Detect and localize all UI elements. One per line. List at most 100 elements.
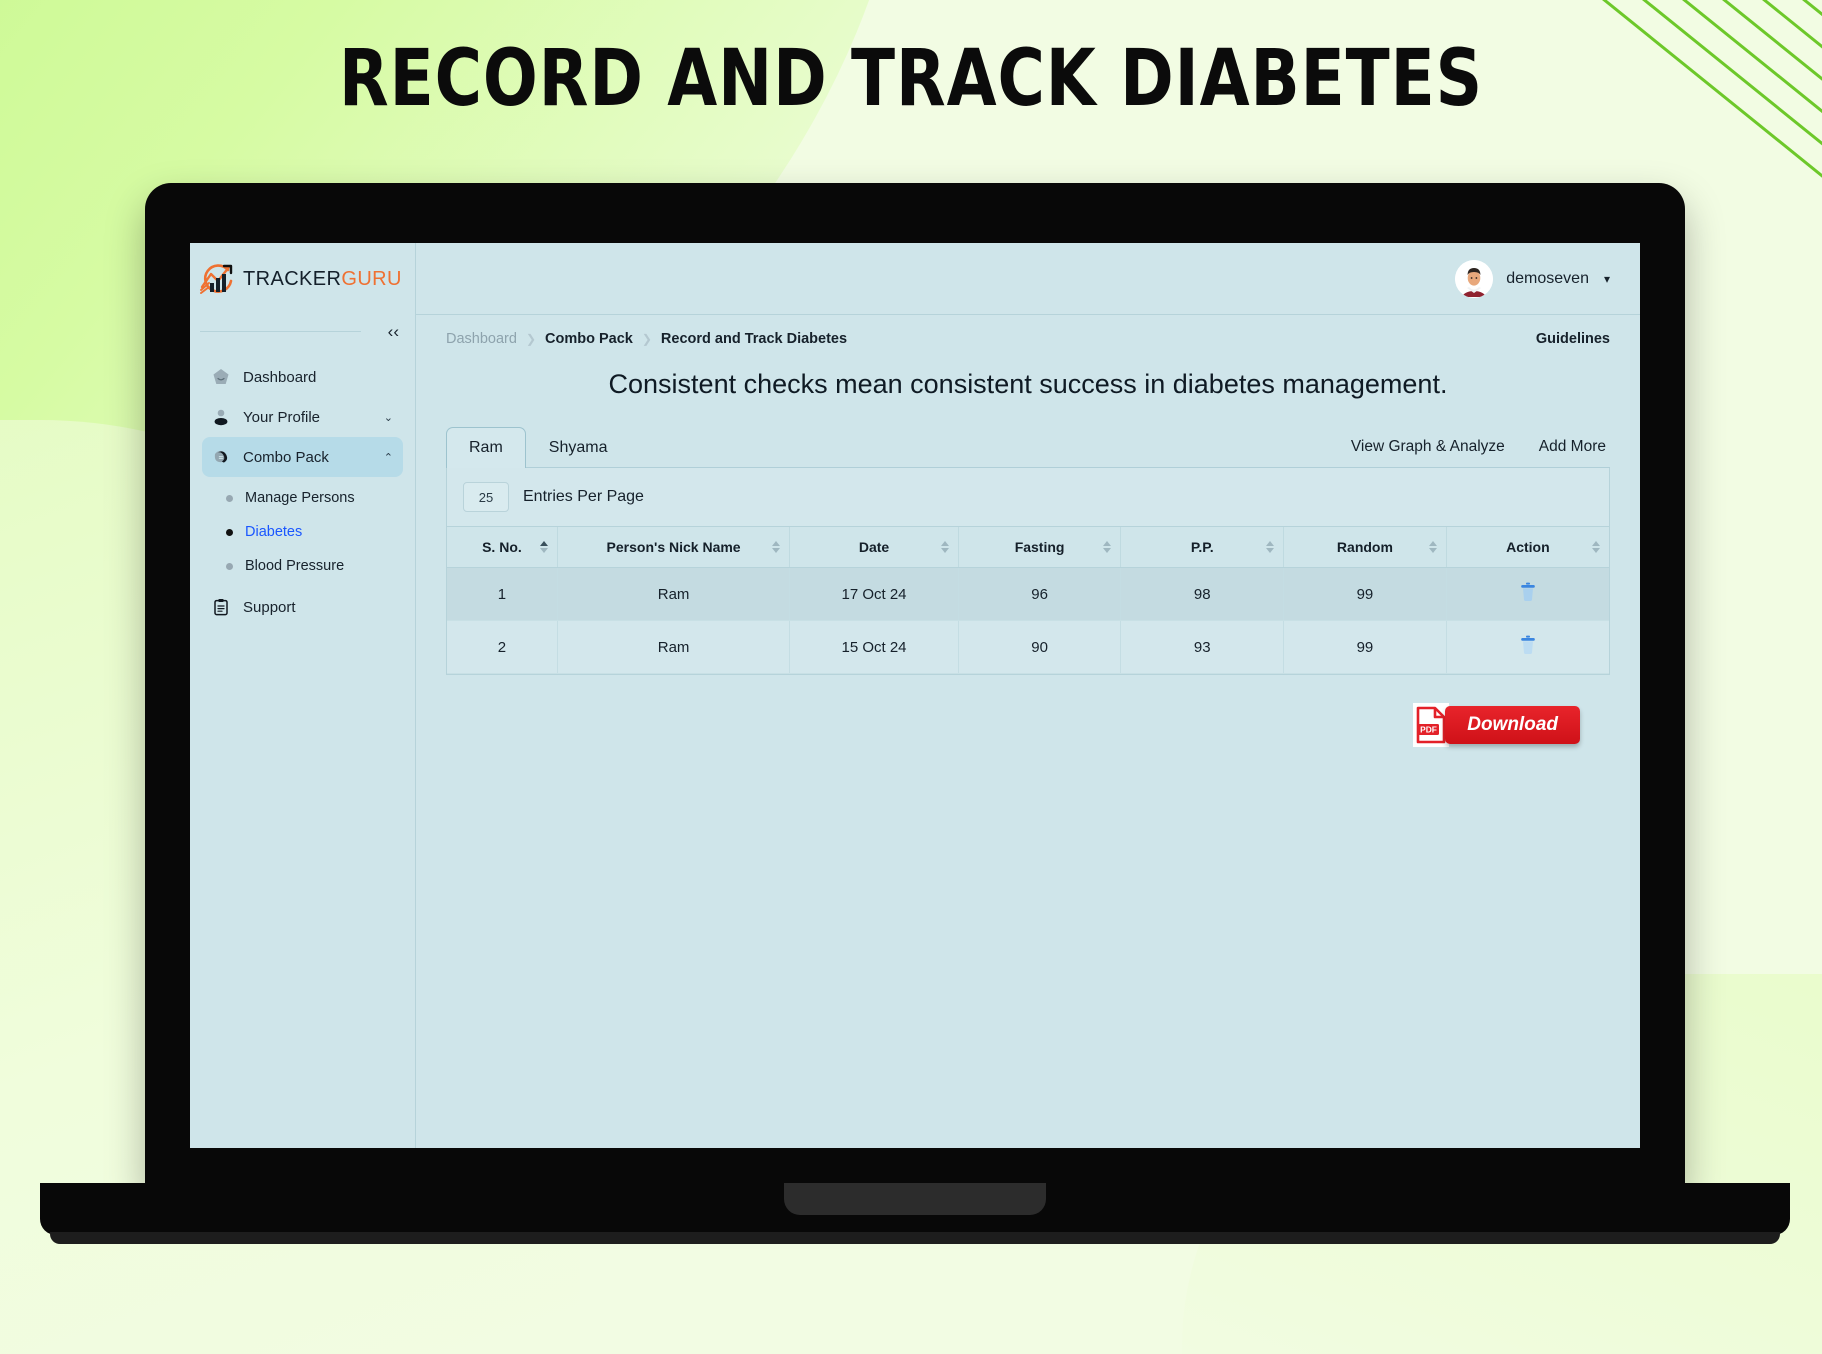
promo-canvas: RECORD AND TRACK DIABETES TRACKERGURU ‹‹… <box>0 0 1822 1354</box>
sidebar-item-label: Dashboard <box>243 368 317 386</box>
entries-per-page-row: 25 Entries Per Page <box>447 468 1609 526</box>
promo-title: RECORD AND TRACK DIABETES <box>338 34 1484 124</box>
entries-per-page-label: Entries Per Page <box>523 488 644 505</box>
user-menu-label[interactable]: demoseven <box>1506 270 1589 288</box>
cell-pp: 93 <box>1120 620 1284 674</box>
sidebar-item-label: Your Profile <box>243 408 320 426</box>
column-header-label: Person's Nick Name <box>606 539 741 555</box>
chevron-right-icon: ❯ <box>525 332 536 346</box>
brand-logo[interactable]: TRACKERGURU <box>190 243 415 315</box>
sort-toggle-icon[interactable] <box>539 541 548 553</box>
pdf-file-icon-wrap: PDF <box>1413 703 1450 747</box>
download-row: PDF Download <box>446 675 1610 747</box>
cell-fasting: 96 <box>957 567 1121 621</box>
sidebar-subitem-label: Diabetes <box>245 524 303 540</box>
add-more-button[interactable]: Add More <box>1539 438 1606 456</box>
content-panel: Ram Shyama View Graph & Analyze Add More <box>416 400 1640 747</box>
delete-row-button[interactable] <box>1519 635 1537 659</box>
sort-toggle-icon[interactable] <box>1103 541 1112 553</box>
sort-toggle-icon[interactable] <box>1266 541 1275 553</box>
sidebar-item-manage-persons[interactable]: Manage Persons <box>202 481 403 515</box>
breadcrumb-row: Dashboard ❯ Combo Pack ❯ Record and Trac… <box>416 315 1640 347</box>
breadcrumb-item-dashboard[interactable]: Dashboard <box>446 331 517 347</box>
topbar: demoseven ▾ <box>416 243 1640 315</box>
column-header-action[interactable]: Action <box>1445 526 1609 568</box>
laptop-foot <box>50 1232 1780 1244</box>
download-pdf-button[interactable]: PDF Download <box>1413 703 1580 747</box>
view-graph-analyze-button[interactable]: View Graph & Analyze <box>1351 438 1505 456</box>
sort-toggle-icon[interactable] <box>940 541 949 553</box>
sidebar-item-your-profile[interactable]: Your Profile ⌄ <box>202 397 403 437</box>
bullet-icon <box>226 562 233 570</box>
column-header-pp[interactable]: P.P. <box>1120 526 1284 568</box>
brand-name-secondary: GURU <box>341 267 402 290</box>
layers-icon <box>214 450 228 463</box>
chevron-up-icon: ⌃ <box>383 451 393 464</box>
tab-label: Ram <box>469 439 503 456</box>
entries-per-page-select[interactable]: 25 <box>463 482 509 512</box>
column-header-sno[interactable]: S. No. <box>447 526 558 568</box>
laptop-lid: TRACKERGURU ‹‹ Dashboard Your Profile ⌄ … <box>145 183 1685 1190</box>
sidebar-divider-row: ‹‹ <box>190 315 415 347</box>
chevron-down-icon[interactable]: ▾ <box>1604 272 1610 286</box>
column-header-label: Date <box>858 539 890 555</box>
bullet-icon <box>226 494 233 502</box>
sidebar-collapse-icon[interactable]: ‹‹ <box>384 321 403 342</box>
sidebar-item-label: Support <box>243 598 296 616</box>
chart-arrow-logo-icon <box>200 264 233 294</box>
cell-date: 15 Oct 24 <box>789 620 959 674</box>
breadcrumb-item-combo-pack[interactable]: Combo Pack <box>545 331 633 347</box>
table-card: 25 Entries Per Page S. No. Person's Nick… <box>446 468 1610 675</box>
trash-icon <box>1521 582 1535 602</box>
column-header-label: Fasting <box>1014 539 1065 555</box>
cell-nickname: Ram <box>556 620 790 674</box>
sidebar-item-blood-pressure[interactable]: Blood Pressure <box>202 549 403 583</box>
cell-pp: 98 <box>1120 567 1284 621</box>
sidebar-item-diabetes[interactable]: Diabetes <box>202 515 403 549</box>
cell-random: 99 <box>1283 620 1447 674</box>
column-header-label: Action <box>1506 539 1550 555</box>
column-header-label: S. No. <box>482 539 522 555</box>
guidelines-link[interactable]: Guidelines <box>1536 331 1610 347</box>
brand-name-primary: TRACKER <box>243 267 342 290</box>
cell-date: 17 Oct 24 <box>789 567 959 621</box>
laptop-screen: TRACKERGURU ‹‹ Dashboard Your Profile ⌄ … <box>190 243 1640 1148</box>
user-icon <box>214 409 228 426</box>
sort-toggle-icon[interactable] <box>1592 541 1600 553</box>
table-row[interactable]: 1 Ram 17 Oct 24 96 98 99 <box>447 567 1609 621</box>
column-header-label: Random <box>1336 539 1393 555</box>
column-header-date[interactable]: Date <box>789 526 959 568</box>
breadcrumb-item-current: Record and Track Diabetes <box>660 331 848 347</box>
breadcrumb: Dashboard ❯ Combo Pack ❯ Record and Trac… <box>446 331 847 347</box>
user-avatar-icon <box>1455 259 1494 298</box>
table-header-row: S. No. Person's Nick Name Date Fasting P… <box>447 526 1609 568</box>
diabetes-records-table: S. No. Person's Nick Name Date Fasting P… <box>447 526 1609 674</box>
trash-icon <box>1521 635 1535 655</box>
laptop-trackpad-notch <box>784 1183 1046 1215</box>
cell-action <box>1445 567 1609 621</box>
table-row[interactable]: 2 Ram 15 Oct 24 90 93 99 <box>447 620 1609 674</box>
tab-label: Shyama <box>548 439 608 456</box>
avatar[interactable] <box>1455 259 1494 298</box>
cell-action <box>1445 620 1609 674</box>
sidebar-subitem-label: Manage Persons <box>245 490 355 506</box>
cell-sno: 2 <box>447 620 558 674</box>
delete-row-button[interactable] <box>1519 582 1537 606</box>
sidebar-item-dashboard[interactable]: Dashboard <box>202 357 403 397</box>
sidebar-item-combo-pack[interactable]: Combo Pack ⌃ <box>202 437 403 477</box>
column-header-nickname[interactable]: Person's Nick Name <box>556 526 790 568</box>
sidebar-item-label: Combo Pack <box>243 448 329 466</box>
tab-shyama[interactable]: Shyama <box>526 427 631 468</box>
tab-ram[interactable]: Ram <box>446 427 526 468</box>
sort-toggle-icon[interactable] <box>772 541 781 553</box>
sidebar-item-support[interactable]: Support <box>202 587 403 627</box>
sort-toggle-icon[interactable] <box>1428 541 1437 553</box>
dashboard-icon <box>213 369 229 384</box>
column-header-fasting[interactable]: Fasting <box>957 526 1121 568</box>
cell-fasting: 90 <box>957 620 1121 674</box>
column-header-random[interactable]: Random <box>1283 526 1447 568</box>
application-window: TRACKERGURU ‹‹ Dashboard Your Profile ⌄ … <box>190 243 1640 1148</box>
sidebar-subitem-label: Blood Pressure <box>245 558 345 574</box>
chevron-right-icon: ❯ <box>641 332 652 346</box>
column-header-label: P.P. <box>1190 539 1214 555</box>
